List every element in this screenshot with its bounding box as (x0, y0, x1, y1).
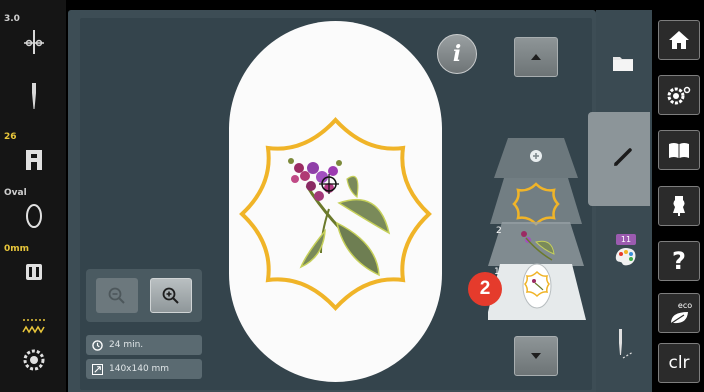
left-status-bar: 3.0 26 Oval 0mm (0, 0, 66, 392)
arrow-down-icon (531, 353, 541, 359)
design-size-info: 140x140 mm (86, 359, 202, 379)
embroidery-hoop-canvas[interactable] (229, 21, 442, 382)
zoom-controls (86, 269, 202, 322)
feed-dog-icon (26, 264, 42, 280)
scroll-down-button[interactable] (514, 336, 558, 376)
open-book-icon (669, 143, 689, 158)
oval-hoop-icon (26, 204, 42, 228)
settings-gear-icon (667, 86, 691, 105)
needle-stitch-icon[interactable] (614, 328, 634, 360)
help-button[interactable]: ? (658, 241, 700, 281)
info-button[interactable]: i (437, 34, 477, 74)
edit-pencil-icon (614, 148, 632, 166)
palette-icon (615, 248, 636, 266)
zoom-out-button[interactable] (96, 278, 138, 313)
presser-foot-value: 26 (4, 132, 17, 142)
layer-1-thumbnail (486, 263, 586, 320)
stitch-type-setting[interactable] (0, 308, 66, 338)
resize-icon (92, 363, 103, 375)
feed-dog-value: 0mm (4, 244, 30, 254)
eco-label: eco (677, 300, 693, 310)
design-size-value: 140x140 mm (109, 364, 170, 374)
eco-mode-button[interactable]: eco (658, 293, 700, 333)
stitch-width-value: 3.0 (4, 14, 20, 24)
home-icon (669, 31, 689, 49)
dress-form-icon (673, 196, 685, 216)
system-button-bar: ? eco clr (652, 0, 704, 392)
zoom-out-icon (108, 287, 125, 304)
bobbin-icon (23, 349, 45, 371)
clear-button[interactable]: clr (658, 343, 700, 383)
arrow-up-icon (531, 54, 541, 60)
info-icon: i (452, 41, 462, 67)
hoop-setting[interactable]: Oval (0, 188, 66, 234)
clock-icon (92, 339, 103, 351)
embroidery-design[interactable] (229, 21, 442, 382)
home-button[interactable] (658, 20, 700, 60)
zoom-in-icon (162, 287, 179, 304)
tutorial-button[interactable] (658, 130, 700, 170)
hoop-value: Oval (4, 188, 27, 198)
needle-position-icon (24, 30, 44, 54)
frame-layer-thumbnail (490, 178, 582, 226)
feed-dog-setting[interactable]: 0mm (0, 244, 66, 290)
folder-icon[interactable] (612, 54, 634, 72)
zoom-in-button[interactable] (150, 278, 192, 313)
presser-foot-icon (26, 150, 42, 170)
stitch-time-info: 24 min. (86, 335, 202, 355)
clr-label: clr (668, 353, 690, 373)
leaf-icon (668, 311, 688, 325)
thread-color-count: 11 (616, 234, 636, 245)
design-layers-stack: 2 1 (486, 134, 588, 324)
stitch-time-value: 24 min. (109, 340, 144, 350)
layer-2-thumbnail (488, 222, 584, 266)
color-palette-button[interactable]: 11 (612, 234, 640, 274)
gold-frame-outline (239, 117, 432, 311)
sewing-consultant-button[interactable] (658, 186, 700, 226)
step-number-badge: 2 (468, 272, 502, 306)
add-layer-button (494, 138, 578, 178)
bobbin-setting[interactable] (0, 344, 66, 380)
presser-foot-setting[interactable]: 26 (0, 132, 66, 178)
layer-2-number: 2 (496, 226, 502, 236)
help-icon: ? (672, 247, 686, 275)
scroll-up-button[interactable] (514, 37, 558, 77)
stitch-width-setting[interactable]: 3.0 (0, 14, 66, 70)
settings-button[interactable] (658, 75, 700, 115)
zigzag-stitch-icon (22, 319, 45, 334)
needle-setting[interactable] (0, 80, 66, 120)
needle-icon (32, 83, 36, 109)
